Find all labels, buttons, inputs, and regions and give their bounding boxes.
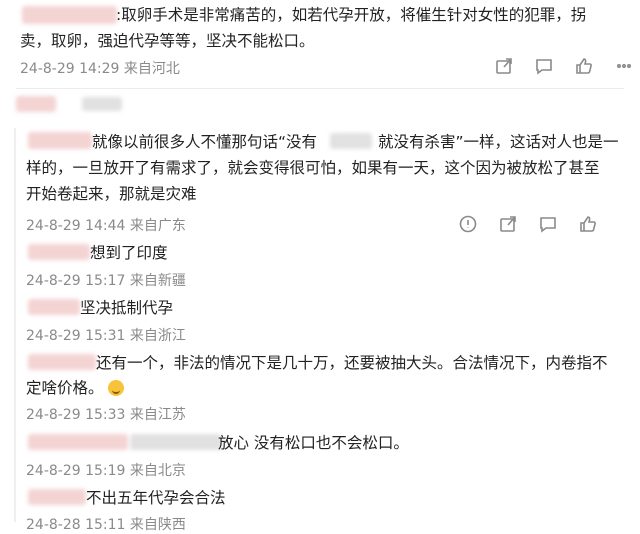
reply-text: 坚决抵制代孕 bbox=[80, 299, 174, 317]
reply-meta: 24-8-29 15:33 来自江苏 bbox=[26, 407, 186, 423]
blurred-username bbox=[28, 489, 86, 505]
comment-meta: 24-8-29 14:29 来自河北 bbox=[20, 61, 180, 77]
comment-text: :取卵手术是非常痛苦的，如若代孕开放，将催生针对女性的犯罪，拐 bbox=[116, 6, 587, 24]
like-icon[interactable] bbox=[578, 214, 598, 234]
blurred-username bbox=[130, 434, 222, 450]
reply-meta: 24-8-28 15:11 来自陕西 bbox=[26, 517, 186, 533]
comment-text: 就像以前很多人不懂那句话“没有 bbox=[92, 133, 318, 151]
thread-line bbox=[14, 128, 16, 522]
comment-icon[interactable] bbox=[534, 56, 554, 76]
reply-text: 想到了印度 bbox=[90, 244, 168, 262]
divider bbox=[16, 88, 624, 89]
comment-text: 开始卷起来，那就是灾难 bbox=[26, 185, 197, 203]
comment-text: 就没有杀害”一样，这话对人也是一 bbox=[378, 133, 619, 151]
blurred-username bbox=[22, 6, 117, 24]
blurred-name bbox=[82, 97, 122, 111]
share-icon[interactable] bbox=[498, 214, 518, 234]
like-icon[interactable] bbox=[574, 56, 594, 76]
blurred-username bbox=[28, 299, 80, 315]
more-icon[interactable] bbox=[614, 56, 634, 76]
share-icon[interactable] bbox=[494, 56, 514, 76]
comment-text: 卖，取卵，强迫代孕等等，坚决不能松口。 bbox=[20, 32, 315, 50]
blurred-word bbox=[330, 133, 372, 149]
reply-meta: 24-8-29 15:31 来自浙江 bbox=[26, 328, 186, 344]
info-icon[interactable] bbox=[458, 214, 478, 234]
reply-text: 还有一个，非法的情况下是几十万，还要被抽大头。合法情况下，内卷指不 bbox=[96, 354, 608, 372]
blurred-avatar bbox=[16, 96, 56, 112]
reply-meta: 24-8-29 15:19 来自北京 bbox=[26, 463, 186, 479]
comment-actions bbox=[494, 56, 634, 76]
reply-text: 定啥价格。 bbox=[26, 376, 124, 400]
blurred-username bbox=[28, 434, 128, 450]
blurred-username bbox=[28, 244, 90, 260]
reply-meta: 24-8-29 15:17 来自新疆 bbox=[26, 273, 186, 289]
comment-actions bbox=[458, 214, 598, 234]
laugh-emoji-icon bbox=[107, 380, 124, 396]
blurred-username bbox=[28, 132, 92, 149]
comment-icon[interactable] bbox=[538, 214, 558, 234]
comment-meta: 24-8-29 14:44 来自广东 bbox=[26, 218, 186, 234]
reply-text: 不出五年代孕会合法 bbox=[86, 489, 226, 507]
comment-text: 样的，一旦放开了有需求了，就会变得很可怕，如果有一天，这个因为被放松了甚至 bbox=[26, 159, 600, 177]
blurred-username bbox=[28, 354, 96, 370]
reply-text: 放心 没有松口也不会松口。 bbox=[218, 434, 409, 452]
